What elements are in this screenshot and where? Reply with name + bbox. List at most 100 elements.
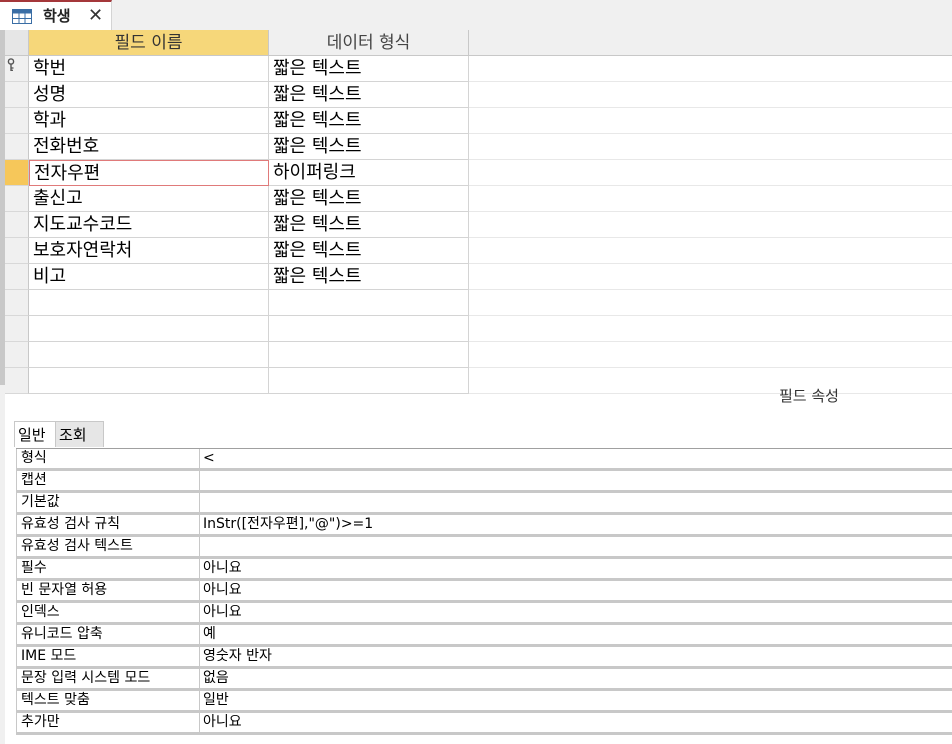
property-row[interactable]: 기본값 <box>16 493 952 515</box>
tab-lookup[interactable]: 조회 <box>56 421 104 447</box>
description-cell[interactable] <box>469 108 952 134</box>
property-row[interactable]: 문장 입력 시스템 모드 없음 <box>16 669 952 691</box>
data-type-cell[interactable] <box>269 368 469 394</box>
field-name-cell[interactable]: 보호자연락처 <box>29 238 269 264</box>
table-row[interactable]: 비고 짧은 텍스트 <box>5 264 952 290</box>
property-row[interactable]: 필수 아니요 <box>16 559 952 581</box>
empty-table-row[interactable] <box>5 316 952 342</box>
data-type-cell[interactable]: 짧은 텍스트 <box>269 108 469 134</box>
empty-table-row[interactable] <box>5 368 952 394</box>
table-row[interactable]: 전자우편 하이퍼링크 <box>5 160 952 186</box>
description-cell[interactable] <box>469 186 952 212</box>
row-selector[interactable] <box>5 160 29 186</box>
field-name-cell[interactable]: 전화번호 <box>29 134 269 160</box>
field-name-cell[interactable]: 출신고 <box>29 186 269 212</box>
data-type-cell[interactable]: 짧은 텍스트 <box>269 238 469 264</box>
property-value-input[interactable]: 예 <box>200 625 952 644</box>
column-header-field-name[interactable]: 필드 이름 <box>29 30 269 56</box>
close-icon[interactable]: ✕ <box>88 6 103 26</box>
table-row[interactable]: 출신고 짧은 텍스트 <box>5 186 952 212</box>
field-name-cell[interactable] <box>29 290 269 316</box>
description-cell[interactable] <box>469 342 952 368</box>
description-cell[interactable] <box>469 56 952 82</box>
property-row[interactable]: 형식 < <box>16 449 952 471</box>
table-row[interactable]: 학번 짧은 텍스트 <box>5 56 952 82</box>
data-type-cell[interactable]: 짧은 텍스트 <box>269 212 469 238</box>
row-selector[interactable] <box>5 186 29 212</box>
data-type-cell[interactable]: 짧은 텍스트 <box>269 134 469 160</box>
row-selector[interactable] <box>5 316 29 342</box>
data-type-cell[interactable] <box>269 290 469 316</box>
table-row[interactable]: 지도교수코드 짧은 텍스트 <box>5 212 952 238</box>
row-selector[interactable] <box>5 290 29 316</box>
description-cell[interactable] <box>469 368 952 394</box>
description-cell[interactable] <box>469 264 952 290</box>
property-row[interactable]: 유효성 검사 규칙 InStr([전자우편],"@")>=1 <box>16 515 952 537</box>
tab-general[interactable]: 일반 <box>14 421 56 447</box>
field-name-cell[interactable]: 전자우편 <box>29 160 269 186</box>
property-value-input[interactable]: InStr([전자우편],"@")>=1 <box>200 515 952 534</box>
property-row[interactable]: 캡션 <box>16 471 952 493</box>
data-type-cell[interactable] <box>269 316 469 342</box>
row-selector[interactable] <box>5 368 29 394</box>
data-type-cell[interactable]: 짧은 텍스트 <box>269 56 469 82</box>
row-selector[interactable] <box>5 82 29 108</box>
field-name-cell[interactable] <box>29 368 269 394</box>
empty-table-row[interactable] <box>5 290 952 316</box>
document-tab-students[interactable]: 학생 ✕ <box>0 0 112 30</box>
property-value-input[interactable] <box>200 471 952 490</box>
empty-table-row[interactable] <box>5 342 952 368</box>
data-type-cell[interactable]: 하이퍼링크 <box>269 160 469 186</box>
field-name-cell[interactable]: 학과 <box>29 108 269 134</box>
property-value-input[interactable]: 아니요 <box>200 559 952 578</box>
property-value-input[interactable]: 없음 <box>200 669 952 688</box>
row-selector[interactable] <box>5 108 29 134</box>
description-cell[interactable] <box>469 212 952 238</box>
property-value-input[interactable]: 아니요 <box>200 581 952 600</box>
row-selector[interactable] <box>5 212 29 238</box>
description-cell[interactable] <box>469 82 952 108</box>
property-value-input[interactable]: 아니요 <box>200 603 952 622</box>
field-name-cell[interactable]: 성명 <box>29 82 269 108</box>
field-name-cell[interactable]: 비고 <box>29 264 269 290</box>
property-row[interactable]: 유효성 검사 텍스트 <box>16 537 952 559</box>
table-row[interactable]: 성명 짧은 텍스트 <box>5 82 952 108</box>
row-selector[interactable] <box>5 56 29 82</box>
row-selector[interactable] <box>5 134 29 160</box>
select-all-corner[interactable] <box>5 30 29 56</box>
row-selector[interactable] <box>5 342 29 368</box>
field-name-cell[interactable]: 지도교수코드 <box>29 212 269 238</box>
data-type-cell[interactable]: 짧은 텍스트 <box>269 186 469 212</box>
table-row[interactable]: 학과 짧은 텍스트 <box>5 108 952 134</box>
property-value-input[interactable]: 일반 <box>200 691 952 710</box>
property-label: 문장 입력 시스템 모드 <box>16 669 200 688</box>
description-cell[interactable] <box>469 134 952 160</box>
property-value-input[interactable]: < <box>200 449 952 468</box>
property-row[interactable]: 유니코드 압축 예 <box>16 625 952 647</box>
data-type-cell[interactable]: 짧은 텍스트 <box>269 264 469 290</box>
table-row[interactable]: 전화번호 짧은 텍스트 <box>5 134 952 160</box>
property-value-input[interactable] <box>200 493 952 512</box>
description-cell[interactable] <box>469 316 952 342</box>
property-value-input[interactable]: 아니요 <box>200 713 952 732</box>
description-cell[interactable] <box>469 290 952 316</box>
property-row[interactable]: 빈 문자열 허용 아니요 <box>16 581 952 603</box>
column-header-description <box>469 30 952 56</box>
data-type-cell[interactable]: 짧은 텍스트 <box>269 82 469 108</box>
property-value-input[interactable]: 영숫자 반자 <box>200 647 952 666</box>
row-selector[interactable] <box>5 238 29 264</box>
field-name-cell[interactable]: 학번 <box>29 56 269 82</box>
property-row[interactable]: 인덱스 아니요 <box>16 603 952 625</box>
column-header-data-type[interactable]: 데이터 형식 <box>269 30 469 56</box>
description-cell[interactable] <box>469 238 952 264</box>
field-name-cell[interactable] <box>29 316 269 342</box>
row-selector[interactable] <box>5 264 29 290</box>
property-row[interactable]: IME 모드 영숫자 반자 <box>16 647 952 669</box>
table-row[interactable]: 보호자연락처 짧은 텍스트 <box>5 238 952 264</box>
property-row[interactable]: 추가만 아니요 <box>16 713 952 735</box>
description-cell[interactable] <box>469 160 952 186</box>
property-row[interactable]: 텍스트 맞춤 일반 <box>16 691 952 713</box>
data-type-cell[interactable] <box>269 342 469 368</box>
property-value-input[interactable] <box>200 537 952 556</box>
field-name-cell[interactable] <box>29 342 269 368</box>
